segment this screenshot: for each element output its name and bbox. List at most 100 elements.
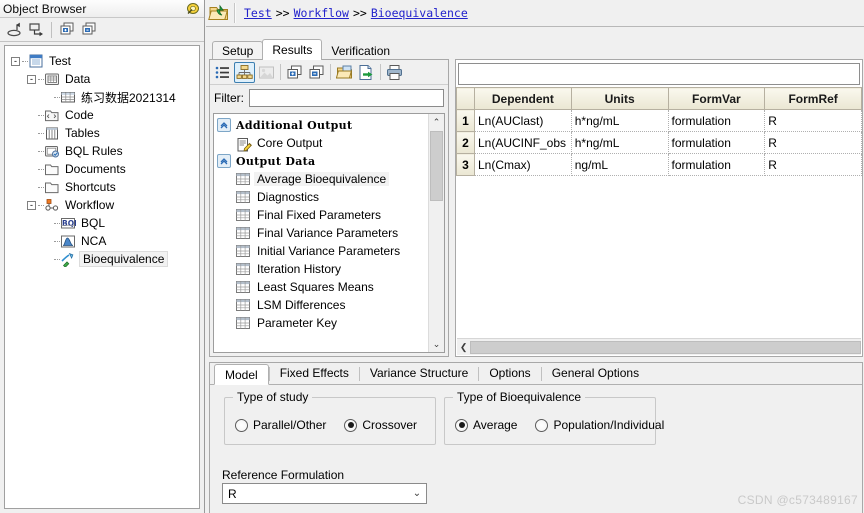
tab-fixed-effects[interactable]: Fixed Effects — [270, 363, 359, 384]
radio-study-crossover[interactable]: Crossover — [344, 418, 417, 432]
radio-be-population-individual[interactable]: Population/Individual — [535, 418, 664, 432]
tree-node-shortcuts[interactable]: Shortcuts — [9, 178, 197, 196]
output-tree-scrollbar[interactable]: ⌃ ⌄ — [428, 114, 444, 352]
cell-formref[interactable]: R — [764, 131, 862, 154]
row-number[interactable]: 1 — [456, 109, 475, 132]
tab-model[interactable]: Model — [214, 364, 269, 385]
tree-node-nca[interactable]: NCA — [9, 232, 197, 250]
output-item-final-variance-parameters[interactable]: Final Variance Parameters — [214, 224, 427, 242]
expand-all-icon[interactable] — [284, 62, 305, 83]
breadcrumb-link-workflow[interactable]: Workflow — [294, 6, 349, 20]
tree-node-documents[interactable]: Documents — [9, 160, 197, 178]
scrollbar-thumb[interactable] — [430, 131, 443, 201]
filter-input[interactable] — [249, 88, 444, 107]
row-number[interactable]: 2 — [456, 131, 475, 154]
scrollbar-thumb[interactable] — [470, 340, 861, 354]
reference-formulation-select[interactable]: R ⌄ — [222, 483, 427, 504]
output-item-final-fixed-parameters[interactable]: Final Fixed Parameters — [214, 206, 427, 224]
list-view-icon[interactable] — [212, 62, 233, 83]
output-group-output-data[interactable]: Output Data — [214, 152, 427, 170]
cell-units[interactable]: h*ng/mL — [571, 131, 669, 154]
chevron-up-icon[interactable] — [217, 154, 231, 168]
bottom-tabs[interactable]: Model Fixed Effects Variance Structure Opti… — [210, 363, 862, 385]
output-group-additional-output[interactable]: Additional Output — [214, 116, 427, 134]
output-item-parameter-key[interactable]: Parameter Key — [214, 314, 427, 332]
output-item-initial-variance-parameters[interactable]: Initial Variance Parameters — [214, 242, 427, 260]
cell-dependent[interactable]: Ln(AUCINF_obs — [474, 131, 572, 154]
output-tree[interactable]: Additional Output Core Output Output Data A… — [213, 113, 445, 353]
radio-button[interactable] — [235, 418, 248, 432]
tree-node-data[interactable]: - Data — [9, 70, 197, 88]
tree-node-bql[interactable]: BQL BQL — [9, 214, 197, 232]
tree-expander-icon[interactable]: - — [11, 56, 20, 66]
grid-horizontal-scrollbar[interactable]: ❮ — [457, 338, 861, 355]
output-item-core-output[interactable]: Core Output — [214, 134, 427, 152]
output-item-lsm-differences[interactable]: LSM Differences — [214, 296, 427, 314]
table-row[interactable]: 1 Ln(AUClast) h*ng/mL formulation R — [456, 109, 862, 132]
toolbar-separator — [380, 64, 381, 80]
tree-node-bql-rules[interactable]: BQL Rules — [9, 142, 197, 160]
tree-node-tables[interactable]: Tables — [9, 124, 197, 142]
navigate-forward-icon[interactable] — [26, 20, 46, 40]
tab-variance-structure[interactable]: Variance Structure — [360, 363, 479, 384]
breadcrumb[interactable]: Test >> Workflow >> Bioequivalence — [244, 5, 468, 21]
chevron-up-icon[interactable] — [217, 118, 231, 132]
scroll-left-arrow[interactable]: ❮ — [457, 342, 470, 353]
pushpin-icon[interactable] — [185, 2, 201, 16]
tab-options[interactable]: Options — [479, 363, 540, 384]
cell-dependent[interactable]: Ln(AUClast) — [474, 109, 572, 132]
output-item-average-bioequivalence[interactable]: Average Bioequivalence — [214, 170, 427, 188]
tree-node-test[interactable]: - Test — [9, 52, 197, 70]
breadcrumb-link-test[interactable]: Test — [244, 6, 272, 20]
tree-expander-icon[interactable]: - — [27, 74, 36, 84]
column-header-formref[interactable]: FormRef — [764, 87, 862, 110]
cell-dependent[interactable]: Ln(Cmax) — [474, 153, 572, 176]
output-item-least-squares-means[interactable]: Least Squares Means — [214, 278, 427, 296]
column-header-units[interactable]: Units — [570, 87, 669, 110]
table-row[interactable]: 3 Ln(Cmax) ng/mL formulation R — [456, 153, 862, 176]
breadcrumb-link-bioequivalence[interactable]: Bioequivalence — [371, 6, 468, 20]
tree-node-2021314[interactable]: 练习数据2021314 — [9, 88, 197, 106]
tab-setup[interactable]: Setup — [212, 41, 264, 60]
radio-button[interactable] — [535, 418, 549, 432]
tab-results[interactable]: Results — [262, 39, 323, 60]
cell-formvar[interactable]: formulation — [668, 109, 766, 132]
tree-node-workflow[interactable]: - Workflow — [9, 196, 197, 214]
cell-formvar[interactable]: formulation — [668, 153, 766, 176]
radio-button[interactable] — [344, 418, 358, 432]
empty-cell — [474, 175, 572, 336]
tree-node-bioequivalence[interactable]: Bioequivalence — [9, 250, 197, 268]
tree-expander-icon[interactable]: - — [27, 200, 36, 210]
grid-formula-bar[interactable] — [458, 63, 860, 85]
tree-node-code[interactable]: Code — [9, 106, 197, 124]
top-tabs[interactable]: Setup Results Verification — [212, 39, 450, 60]
collapse-all-icon[interactable] — [79, 20, 99, 40]
collapse-all-icon[interactable] — [306, 62, 327, 83]
chevron-down-icon[interactable]: ⌄ — [408, 488, 426, 499]
cell-units[interactable]: ng/mL — [571, 153, 669, 176]
expand-all-icon[interactable] — [57, 20, 77, 40]
table-row[interactable]: 2 Ln(AUCINF_obs h*ng/mL formulation R — [456, 131, 862, 154]
output-item-iteration-history[interactable]: Iteration History — [214, 260, 427, 278]
object-browser-tree[interactable]: - Test - Data 练习数据2021314 Code Tables BQL Rules… — [4, 45, 200, 509]
radio-study-parallel-other[interactable]: Parallel/Other — [235, 418, 326, 432]
scroll-up-arrow[interactable]: ⌃ — [429, 114, 444, 130]
radio-be-average[interactable]: Average — [455, 418, 517, 432]
tab-verification[interactable]: Verification — [321, 41, 400, 60]
cell-formref[interactable]: R — [764, 153, 862, 176]
radio-button[interactable] — [455, 418, 468, 432]
row-number[interactable]: 3 — [456, 153, 475, 176]
print-icon[interactable] — [384, 62, 405, 83]
cell-formref[interactable]: R — [764, 109, 862, 132]
output-item-diagnostics[interactable]: Diagnostics — [214, 188, 427, 206]
column-header-dependent[interactable]: Dependent — [474, 87, 572, 110]
column-header-formvar[interactable]: FormVar — [667, 87, 766, 110]
export-icon[interactable] — [356, 62, 377, 83]
tree-view-icon[interactable] — [234, 61, 255, 83]
navigate-back-icon[interactable] — [4, 20, 24, 40]
tab-general-options[interactable]: General Options — [542, 363, 649, 384]
cell-units[interactable]: h*ng/mL — [571, 109, 669, 132]
scroll-down-arrow[interactable]: ⌄ — [429, 336, 444, 352]
cell-formvar[interactable]: formulation — [668, 131, 766, 154]
open-folder-icon[interactable] — [334, 62, 355, 83]
